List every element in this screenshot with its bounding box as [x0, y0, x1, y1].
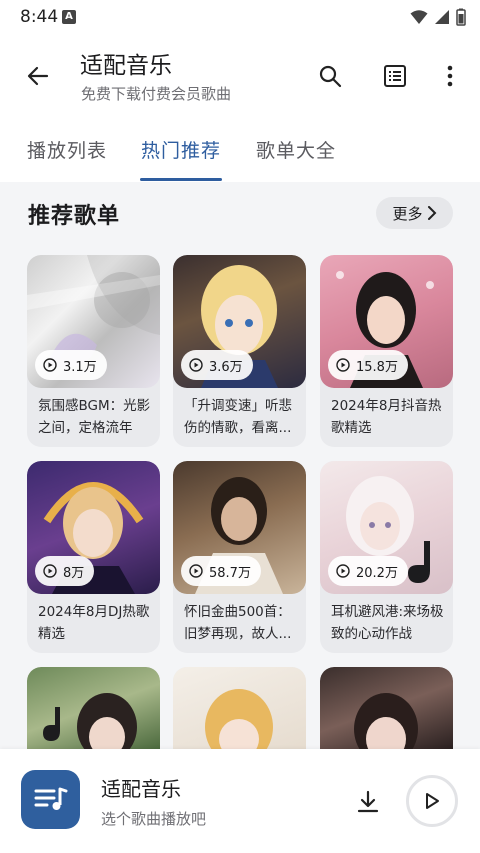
play-count-badge: 15.8万 — [328, 350, 408, 380]
playlist-card[interactable] — [320, 667, 453, 749]
playlist-cover — [320, 667, 453, 749]
list-view-button[interactable] — [375, 56, 415, 96]
chevron-right-icon — [427, 206, 436, 220]
section-title: 推荐歌单 — [28, 204, 121, 229]
play-icon — [426, 793, 439, 809]
player-subtitle: 选个歌曲播放吧 — [101, 810, 207, 828]
playlist-card[interactable]: 15.8万 2024年8月抖音热歌精选 — [320, 255, 453, 447]
page-subtitle: 免费下载付费会员歌曲 — [81, 85, 232, 103]
tab-all-playlists[interactable]: 歌单大全 — [256, 136, 336, 163]
back-arrow-icon — [27, 66, 49, 86]
notification-icon: A — [62, 10, 76, 24]
play-count: 15.8万 — [356, 359, 398, 375]
download-icon — [357, 790, 379, 813]
play-count: 8万 — [63, 565, 85, 581]
playlist-title: 耳机避风港:来场极致的心动作战 — [331, 604, 444, 642]
play-count-badge: 3.6万 — [181, 350, 253, 380]
play-button[interactable] — [406, 775, 458, 827]
playlist-title: 2024年8月DJ热歌精选 — [38, 604, 150, 642]
playlist-music-icon — [34, 787, 67, 810]
app-header: 适配音乐 免费下载付费会员歌曲 — [0, 34, 480, 120]
player-artwork — [21, 770, 80, 829]
playlist-cover — [173, 667, 306, 749]
playlist-card[interactable] — [27, 667, 160, 749]
download-button[interactable] — [350, 784, 386, 820]
status-icons — [410, 8, 466, 30]
play-count-badge: 8万 — [35, 556, 95, 586]
playlist-title: 氛围感BGM：光影之间，定格流年 — [38, 398, 151, 436]
search-icon — [319, 65, 342, 88]
mini-player[interactable]: 适配音乐 选个歌曲播放吧 — [0, 749, 480, 853]
play-count: 3.6万 — [209, 359, 243, 375]
play-count: 20.2万 — [356, 565, 398, 581]
tab-bar: 播放列表 热门推荐 歌单大全 — [0, 120, 480, 182]
playlist-card[interactable]: 20.2万 耳机避风港:来场极致的心动作战 — [320, 461, 453, 653]
playlist-title: 怀旧金曲500首：旧梦再现，故人... — [184, 604, 292, 642]
back-button[interactable] — [18, 56, 58, 96]
play-circle-icon — [189, 358, 203, 372]
more-label: 更多 — [392, 204, 423, 223]
playlist-card[interactable]: 3.6万 「升调变速」听悲伤的情歌，看离... — [173, 255, 306, 447]
page-title: 适配音乐 — [80, 53, 172, 79]
status-time: 8:44 — [20, 7, 59, 27]
playlist-card[interactable]: 8万 2024年8月DJ热歌精选 — [27, 461, 160, 653]
playlist-card[interactable]: 58.7万 怀旧金曲500首：旧梦再现，故人... — [173, 461, 306, 653]
play-circle-icon — [43, 564, 57, 578]
status-bar: 8:44 A — [0, 0, 480, 34]
play-count-badge: 58.7万 — [181, 556, 261, 586]
tab-indicator — [140, 178, 222, 181]
battery-icon — [456, 8, 466, 30]
playlist-card[interactable] — [173, 667, 306, 749]
playlist-title: 「升调变速」听悲伤的情歌，看离... — [184, 398, 292, 436]
tab-playlist[interactable]: 播放列表 — [27, 136, 107, 163]
play-circle-icon — [189, 564, 203, 578]
player-title: 适配音乐 — [101, 777, 181, 801]
list-icon — [384, 65, 406, 87]
play-count: 3.1万 — [63, 359, 97, 375]
more-options-button[interactable] — [430, 56, 470, 96]
wifi-icon — [410, 9, 428, 29]
play-count-badge: 20.2万 — [328, 556, 408, 586]
playlist-title: 2024年8月抖音热歌精选 — [331, 398, 442, 436]
play-circle-icon — [43, 358, 57, 372]
more-vert-icon — [447, 65, 453, 87]
play-circle-icon — [336, 564, 350, 578]
play-count-badge: 3.1万 — [35, 350, 107, 380]
signal-icon — [434, 9, 450, 29]
search-button[interactable] — [310, 56, 350, 96]
more-button[interactable]: 更多 — [376, 197, 453, 229]
tab-hot-recommend[interactable]: 热门推荐 — [141, 136, 221, 163]
play-circle-icon — [336, 358, 350, 372]
playlist-card[interactable]: 3.1万 氛围感BGM：光影之间，定格流年 — [27, 255, 160, 447]
playlist-cover — [27, 667, 160, 749]
play-count: 58.7万 — [209, 565, 251, 581]
